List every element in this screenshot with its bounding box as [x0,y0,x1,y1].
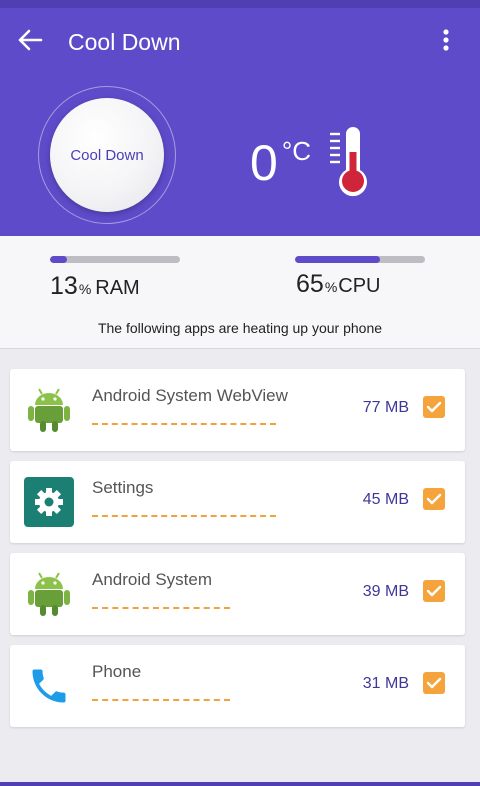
phone-icon [24,661,74,711]
cool-down-button[interactable]: Cool Down [50,98,164,212]
ram-percent-value: 13 [50,272,78,300]
ram-usage-fill [50,256,67,263]
app-select-checkbox[interactable] [423,488,445,510]
ram-usage-bar [50,256,180,263]
app-name: Android System [92,570,212,589]
ram-stat: 13 % RAM [50,272,140,301]
status-bar [0,0,480,8]
app-progress-dashes [92,607,230,609]
more-vert-icon [442,28,450,57]
app-size: 31 MB [362,675,409,692]
app-select-checkbox[interactable] [423,672,445,694]
temperature-unit: °C [281,136,311,166]
checkmark-icon [426,585,442,597]
checkmark-icon [426,401,442,413]
checkmark-icon [426,493,442,505]
app-name: Phone [92,662,142,681]
checkmark-icon [426,677,442,689]
temperature-value: 0 [250,135,278,191]
back-button[interactable] [12,28,48,56]
page-title: Cool Down [68,29,181,55]
app-size: 45 MB [362,491,409,508]
app-progress-dashes [92,423,276,425]
cpu-label: CPU [338,275,381,297]
app-size: 77 MB [362,399,409,416]
cpu-percent-value: 65 [296,270,324,298]
android-icon [24,569,74,619]
list-item[interactable]: Android System 39 MB [10,553,465,635]
android-icon [24,385,74,435]
app-name: Settings [92,478,154,497]
app-size: 39 MB [362,583,409,600]
overflow-menu-button[interactable] [432,26,460,58]
temperature-readout: 0 °C [250,136,311,190]
heating-notice: The following apps are heating up your p… [97,320,383,336]
cool-down-button-label: Cool Down [70,146,144,164]
list-item[interactable]: Android System WebView 77 MB [10,369,465,451]
app-name: Android System WebView [92,386,288,405]
stats-panel: 13 % RAM 65 % CPU The following apps are… [0,236,480,349]
app-progress-dashes [92,515,276,517]
app-select-checkbox[interactable] [423,396,445,418]
back-arrow-icon [17,29,43,56]
cpu-percent-sign: % [324,279,338,295]
app-progress-dashes [92,699,230,701]
list-item[interactable]: Settings 45 MB [10,461,465,543]
cpu-usage-fill [295,256,380,263]
header: Cool Down Cool Down 0 °C [0,8,480,236]
thermometer-icon [328,126,374,205]
settings-gear-icon [24,477,74,527]
cpu-usage-bar [295,256,425,263]
ram-label: RAM [95,277,140,299]
heating-apps-list: Android System WebView 77 MB Settings 45… [0,349,480,786]
list-item[interactable]: Phone 31 MB [10,645,465,727]
bottom-edge [0,782,480,786]
cpu-stat: 65 % CPU [296,270,381,299]
ram-percent-sign: % [78,281,92,297]
app-select-checkbox[interactable] [423,580,445,602]
